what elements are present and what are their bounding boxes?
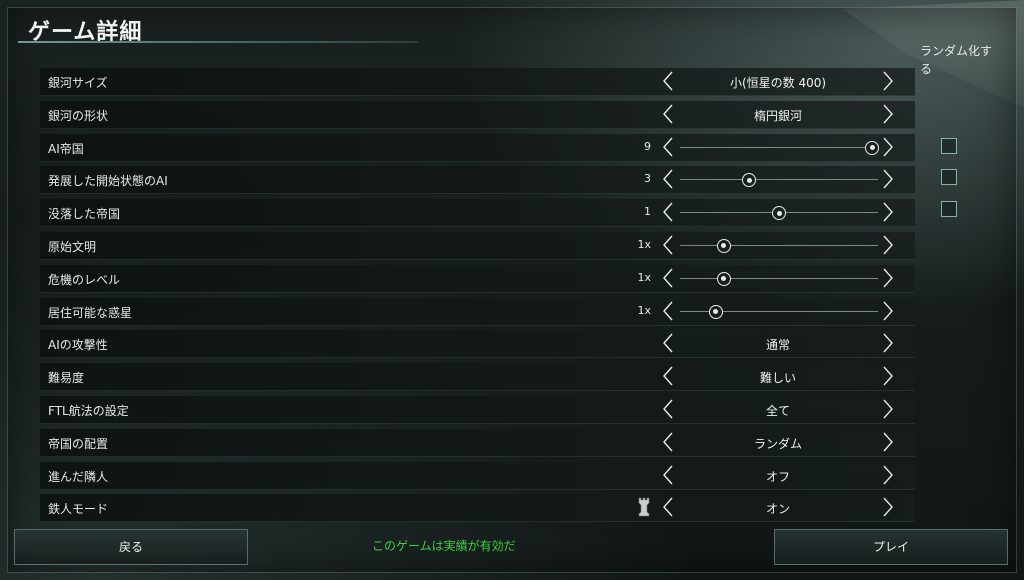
randomize-checkbox[interactable]	[941, 169, 957, 186]
setting-label: FTL航法の設定	[48, 403, 129, 418]
slider-value: 1	[644, 205, 651, 219]
chevron-right-icon[interactable]	[880, 103, 896, 125]
setting-value: オン	[765, 502, 790, 517]
setting-value: 難しい	[759, 371, 796, 386]
chevron-right-icon[interactable]	[880, 234, 896, 256]
chevron-right-icon[interactable]	[880, 201, 896, 223]
slider-handle[interactable]	[716, 238, 731, 253]
slider-value: 9	[644, 139, 651, 153]
chevron-right-icon[interactable]	[880, 70, 896, 92]
setting-value: オフ	[765, 469, 790, 484]
chevron-left-icon[interactable]	[660, 464, 676, 486]
chevron-left-icon[interactable]	[660, 496, 676, 518]
randomize-column-header: ランダム化する	[920, 44, 993, 76]
slider-value: 1x	[637, 303, 651, 317]
setting-label: 進んだ隣人	[48, 469, 109, 484]
setting-row: 居住可能な惑星 1x	[40, 297, 915, 326]
setting-row: 原始文明 1x	[40, 231, 915, 260]
slider-value: 3	[644, 172, 651, 186]
randomize-checkbox[interactable]	[941, 201, 957, 218]
slider-track[interactable]	[680, 146, 878, 148]
slider-handle[interactable]	[742, 173, 757, 188]
setting-row: 難易度 難しい	[40, 363, 915, 392]
setting-label: 銀河の形状	[48, 108, 109, 123]
slider-value: 1x	[637, 270, 651, 284]
setting-value: 全て	[765, 403, 790, 418]
setting-label: 原始文明	[48, 239, 97, 254]
setting-label: 居住可能な惑星	[48, 305, 133, 320]
setting-label: 没落した帝国	[48, 207, 121, 222]
chevron-right-icon[interactable]	[880, 168, 896, 190]
chevron-left-icon[interactable]	[660, 201, 676, 223]
chevron-left-icon[interactable]	[660, 103, 676, 125]
setting-row: 銀河サイズ 小(恒星の数 400)	[40, 68, 915, 96]
slider-handle[interactable]	[865, 140, 880, 155]
slider-track[interactable]	[680, 244, 878, 246]
setting-label: 帝国の配置	[48, 436, 109, 451]
chevron-right-icon[interactable]	[880, 332, 896, 354]
slider-handle[interactable]	[708, 304, 723, 319]
setting-row: 帝国の配置 ランダム	[40, 428, 915, 457]
setting-label: 鉄人モード	[48, 502, 109, 517]
chevron-right-icon[interactable]	[880, 300, 896, 322]
setting-value: 通常	[765, 338, 790, 353]
chevron-right-icon[interactable]	[880, 267, 896, 289]
chevron-left-icon[interactable]	[660, 398, 676, 420]
setting-row: 危機のレベル 1x	[40, 264, 915, 293]
chevron-right-icon[interactable]	[880, 365, 896, 387]
slider-track[interactable]	[680, 277, 878, 279]
setting-label: 難易度	[48, 371, 85, 386]
slider-handle[interactable]	[772, 206, 786, 221]
chevron-right-icon[interactable]	[880, 464, 896, 486]
chevron-left-icon[interactable]	[660, 168, 676, 190]
chevron-right-icon[interactable]	[880, 496, 896, 518]
setting-row: AI帝国 9	[40, 133, 915, 162]
chevron-left-icon[interactable]	[660, 365, 676, 387]
setting-row: FTL航法の設定 全て	[40, 395, 915, 424]
chevron-left-icon[interactable]	[660, 136, 676, 158]
setting-value: 小(恒星の数 400)	[729, 76, 827, 90]
chevron-right-icon[interactable]	[880, 398, 896, 420]
chevron-left-icon[interactable]	[660, 332, 676, 354]
settings-list: 銀河サイズ 小(恒星の数 400) 銀河の形状 楕円銀河 AI帝国 9 発展した開始状態のA…	[40, 68, 915, 527]
slider-value: 1x	[637, 237, 651, 251]
chevron-left-icon[interactable]	[660, 431, 676, 453]
chevron-left-icon[interactable]	[660, 300, 676, 322]
setting-row: 発展した開始状態のAI 3	[40, 166, 915, 195]
setting-label: AI帝国	[48, 141, 84, 156]
setting-row: 進んだ隣人 オフ	[40, 461, 915, 490]
chevron-right-icon[interactable]	[880, 431, 896, 453]
achievement-status: このゲームは実績が有効だ	[372, 539, 516, 553]
randomize-checkbox[interactable]	[941, 137, 957, 154]
setting-row: AIの攻撃性 通常	[40, 330, 915, 359]
setting-label: 発展した開始状態のAI	[48, 174, 168, 189]
setting-label: 危機のレベル	[48, 272, 121, 287]
setting-label: AIの攻撃性	[48, 338, 108, 353]
setting-row: 銀河の形状 楕円銀河	[40, 100, 915, 129]
setting-value: 楕円銀河	[753, 108, 802, 123]
back-button[interactable]: 戻る	[14, 529, 248, 565]
title-underline	[18, 41, 418, 43]
setting-row: 没落した帝国 1	[40, 199, 915, 228]
setting-label: 銀河サイズ	[48, 76, 108, 90]
slider-track[interactable]	[680, 179, 878, 181]
slider-handle[interactable]	[716, 271, 731, 286]
chevron-left-icon[interactable]	[660, 234, 676, 256]
play-button[interactable]: プレイ	[774, 529, 1008, 565]
setting-value: ランダム	[753, 436, 802, 451]
chevron-left-icon[interactable]	[660, 267, 676, 289]
rook-icon	[637, 497, 651, 517]
chevron-right-icon[interactable]	[880, 136, 896, 158]
chevron-left-icon[interactable]	[660, 70, 676, 92]
setting-row: 鉄人モード オン	[40, 494, 915, 523]
